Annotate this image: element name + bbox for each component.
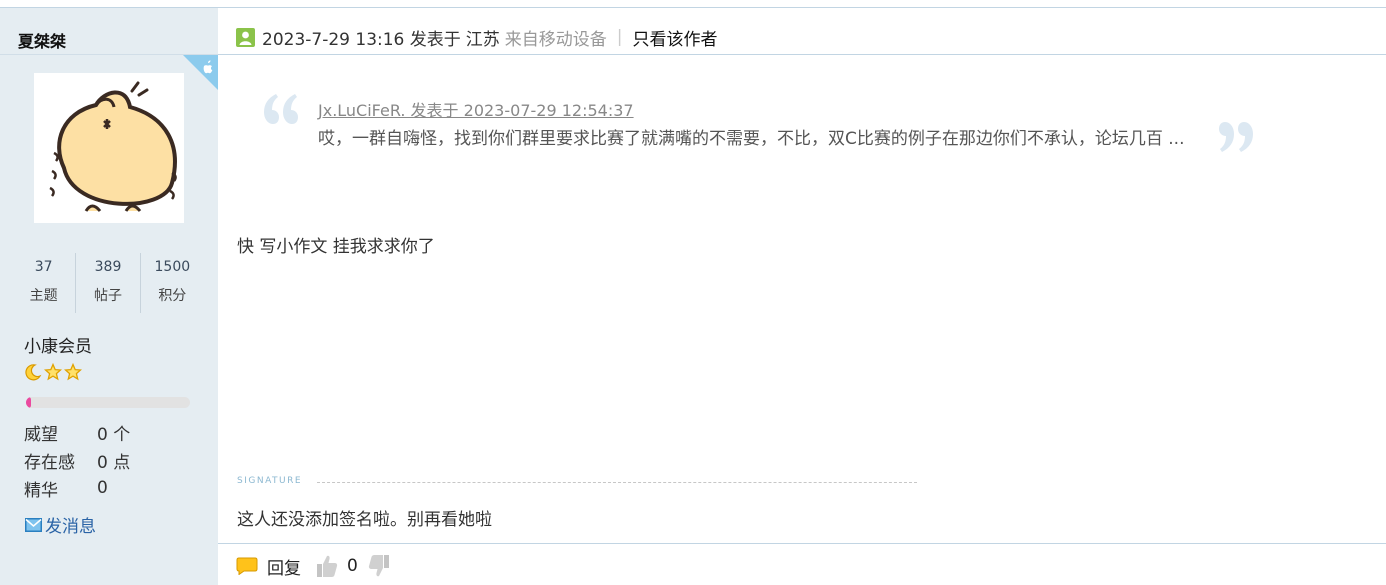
profile-key: 威望 — [24, 424, 58, 445]
profile-row-prestige: 威望 0 个 — [24, 418, 130, 446]
header-separator: | — [616, 27, 623, 47]
star-icon — [64, 363, 82, 381]
apple-icon — [183, 55, 218, 90]
profile-row-essence: 精华 0 — [24, 474, 130, 502]
quote-text: 哎，一群自嗨怪，找到你们群里要求比赛了就满嘴的不需要，不比，双C比赛的例子在那边… — [318, 129, 1185, 149]
reply-button[interactable]: 回复 — [236, 554, 301, 579]
stat-value: 1500 — [154, 259, 191, 275]
header-divider — [218, 54, 1386, 55]
post-header: 2023-7-29 13:16 发表于 江苏 来自移动设备 | 只看该作者 — [236, 20, 718, 54]
level-progress-bar — [26, 397, 190, 408]
author-name[interactable]: 夏桀桀 — [18, 28, 66, 52]
stat-threads[interactable]: 37 主题 — [12, 253, 75, 313]
user-group[interactable]: 小康会员 — [24, 332, 92, 357]
profile-value: 0 点 — [97, 452, 131, 473]
level-progress-fill — [26, 397, 31, 408]
author-profile: 威望 0 个 存在感 0 点 精华 0 — [24, 418, 130, 502]
stat-value: 389 — [94, 259, 122, 275]
signature-divider — [317, 482, 917, 483]
star-icon — [44, 363, 62, 381]
profile-key: 存在感 — [24, 452, 75, 473]
send-message-link[interactable]: 发消息 — [25, 512, 96, 537]
envelope-icon — [25, 517, 42, 532]
post-location: 江苏 — [465, 29, 500, 50]
stat-label: 主题 — [29, 288, 58, 304]
post-body: 快 写小作文 挂我求求你了 — [237, 237, 435, 257]
open-quote-icon — [264, 94, 298, 124]
post-time: 2023-7-29 13:16 发表于 — [262, 29, 461, 50]
profile-key: 精华 — [24, 480, 58, 501]
support-button[interactable]: 0 — [316, 554, 358, 578]
only-author-link[interactable]: 只看该作者 — [633, 25, 718, 50]
thumb-up-icon — [317, 555, 338, 577]
stat-label: 积分 — [158, 288, 187, 304]
post-footer: 回复 0 — [236, 551, 390, 581]
post-source: 来自移动设备 — [504, 29, 607, 50]
stat-value: 37 — [34, 259, 53, 275]
close-quote-icon — [1219, 122, 1253, 152]
hamster-back-avatar — [34, 73, 184, 223]
reply-label: 回复 — [267, 558, 301, 579]
stat-label: 帖子 — [93, 288, 122, 304]
profile-value: 0 — [97, 478, 108, 498]
stat-credits[interactable]: 1500 积分 — [139, 253, 204, 313]
author-sidebar: 夏桀桀 37 主题 389 帖子 1500 积分 小康会员 威望 0 个 存在感… — [0, 8, 218, 585]
quote-source-link[interactable]: Jx.LuCiFeR. 发表于 2023-07-29 12:54:37 — [318, 97, 634, 121]
avatar[interactable] — [34, 73, 184, 223]
reply-bubble-icon — [236, 557, 258, 575]
stat-posts[interactable]: 389 帖子 — [75, 253, 139, 313]
author-stats: 37 主题 389 帖子 1500 积分 — [12, 253, 204, 313]
profile-row-presence: 存在感 0 点 — [24, 446, 130, 474]
signature-text: 这人还没添加签名啦。别再看她啦 — [237, 510, 492, 530]
support-count: 0 — [347, 556, 358, 576]
rank-icons — [24, 363, 82, 381]
signature-label: SIGNATURE — [237, 476, 303, 486]
thumb-down-icon — [368, 555, 389, 577]
moon-icon — [25, 364, 42, 381]
footer-divider — [218, 543, 1386, 544]
forum-post: 夏桀桀 37 主题 389 帖子 1500 积分 小康会员 威望 0 个 存在感… — [0, 0, 1386, 585]
send-message-label: 发消息 — [45, 517, 96, 537]
user-online-icon — [236, 27, 255, 47]
against-button[interactable] — [368, 554, 390, 578]
profile-value: 0 个 — [97, 424, 131, 445]
